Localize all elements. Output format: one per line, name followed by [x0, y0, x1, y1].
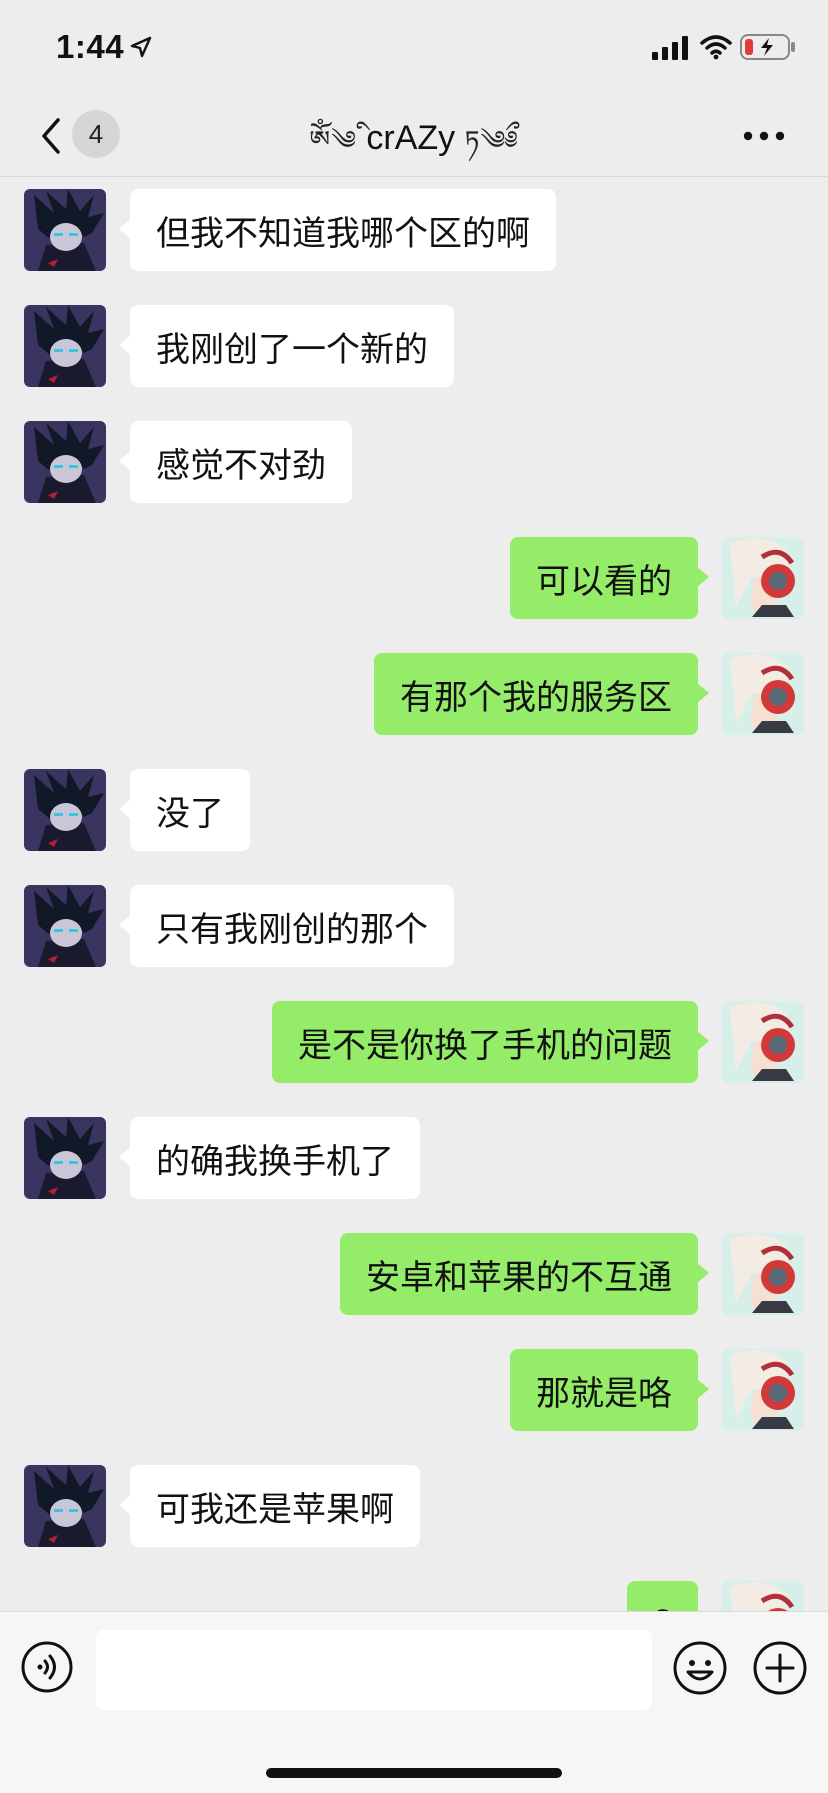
message-row: 那就是咯: [0, 1349, 828, 1431]
message-row: ?: [0, 1581, 828, 1611]
message-bubble-incoming[interactable]: 但我不知道我哪个区的啊: [119, 189, 556, 271]
message-row: 但我不知道我哪个区的啊: [0, 189, 828, 271]
wifi-icon: [700, 35, 732, 60]
emoji-icon[interactable]: [672, 1640, 728, 1696]
message-row: 有那个我的服务区: [0, 653, 828, 735]
contact-avatar[interactable]: [24, 769, 106, 851]
my-avatar[interactable]: [722, 1581, 804, 1611]
home-indicator: [266, 1768, 562, 1778]
title-decoration-right: ཏ༄ྀ༅: [464, 126, 519, 156]
message-bubble-incoming[interactable]: 感觉不对劲: [119, 421, 352, 503]
unread-count-badge[interactable]: 4: [72, 110, 120, 158]
chevron-left-icon[interactable]: [36, 114, 66, 158]
message-bubble-outgoing[interactable]: 那就是咯: [510, 1349, 709, 1431]
contact-name: crAZy: [366, 119, 456, 157]
message-row: 我刚创了一个新的: [0, 305, 828, 387]
message-row: 可以看的: [0, 537, 828, 619]
contact-avatar[interactable]: [24, 189, 106, 271]
message-bubble-incoming[interactable]: 只有我刚创的那个: [119, 885, 454, 967]
chat-title: ༀ༄ི crAZy ཏ༄ྀ༅: [180, 112, 648, 185]
message-list[interactable]: 但我不知道我哪个区的啊 我刚创了一个新的 感觉不对劲 可以看的 有那个我的服务区…: [0, 177, 828, 1611]
voice-icon[interactable]: [20, 1640, 74, 1694]
message-bubble-incoming[interactable]: 的确我换手机了: [119, 1117, 420, 1199]
cellular-signal-icon: [652, 36, 688, 60]
my-avatar[interactable]: [722, 1233, 804, 1315]
status-time: 1:44: [56, 28, 125, 65]
message-bubble-outgoing[interactable]: 有那个我的服务区: [374, 653, 709, 735]
message-row: 是不是你换了手机的问题: [0, 1001, 828, 1083]
title-decoration-left: ༀ༄ི: [309, 126, 357, 156]
message-row: 的确我换手机了: [0, 1117, 828, 1199]
my-avatar[interactable]: [722, 653, 804, 735]
location-arrow-icon: [130, 36, 152, 58]
message-bubble-outgoing[interactable]: 可以看的: [510, 537, 709, 619]
contact-avatar[interactable]: [24, 1117, 106, 1199]
message-bubble-outgoing[interactable]: 是不是你换了手机的问题: [272, 1001, 709, 1083]
status-bar: 1:44: [0, 0, 828, 96]
contact-avatar[interactable]: [24, 305, 106, 387]
message-row: 没了: [0, 769, 828, 851]
my-avatar[interactable]: [722, 537, 804, 619]
message-bubble-outgoing[interactable]: ?: [627, 1581, 698, 1611]
plus-icon[interactable]: [752, 1640, 808, 1696]
battery-icon: [740, 34, 795, 60]
message-row: 可我还是苹果啊: [0, 1465, 828, 1547]
contact-avatar[interactable]: [24, 885, 106, 967]
message-bubble-incoming[interactable]: 可我还是苹果啊: [119, 1465, 420, 1547]
message-row: 安卓和苹果的不互通: [0, 1233, 828, 1315]
my-avatar[interactable]: [722, 1001, 804, 1083]
message-bubble-incoming[interactable]: 我刚创了一个新的: [119, 305, 454, 387]
chat-input-bar: [0, 1611, 828, 1793]
message-row: 感觉不对劲: [0, 421, 828, 503]
chat-header: 4 ༀ༄ི crAZy ཏ༄ྀ༅: [0, 96, 828, 177]
more-horizontal-icon[interactable]: [742, 130, 786, 142]
contact-avatar[interactable]: [24, 421, 106, 503]
message-input[interactable]: [96, 1630, 652, 1710]
message-bubble-outgoing[interactable]: 安卓和苹果的不互通: [340, 1233, 709, 1315]
my-avatar[interactable]: [722, 1349, 804, 1431]
message-bubble-incoming[interactable]: 没了: [119, 769, 250, 851]
contact-avatar[interactable]: [24, 1465, 106, 1547]
message-row: 只有我刚创的那个: [0, 885, 828, 967]
